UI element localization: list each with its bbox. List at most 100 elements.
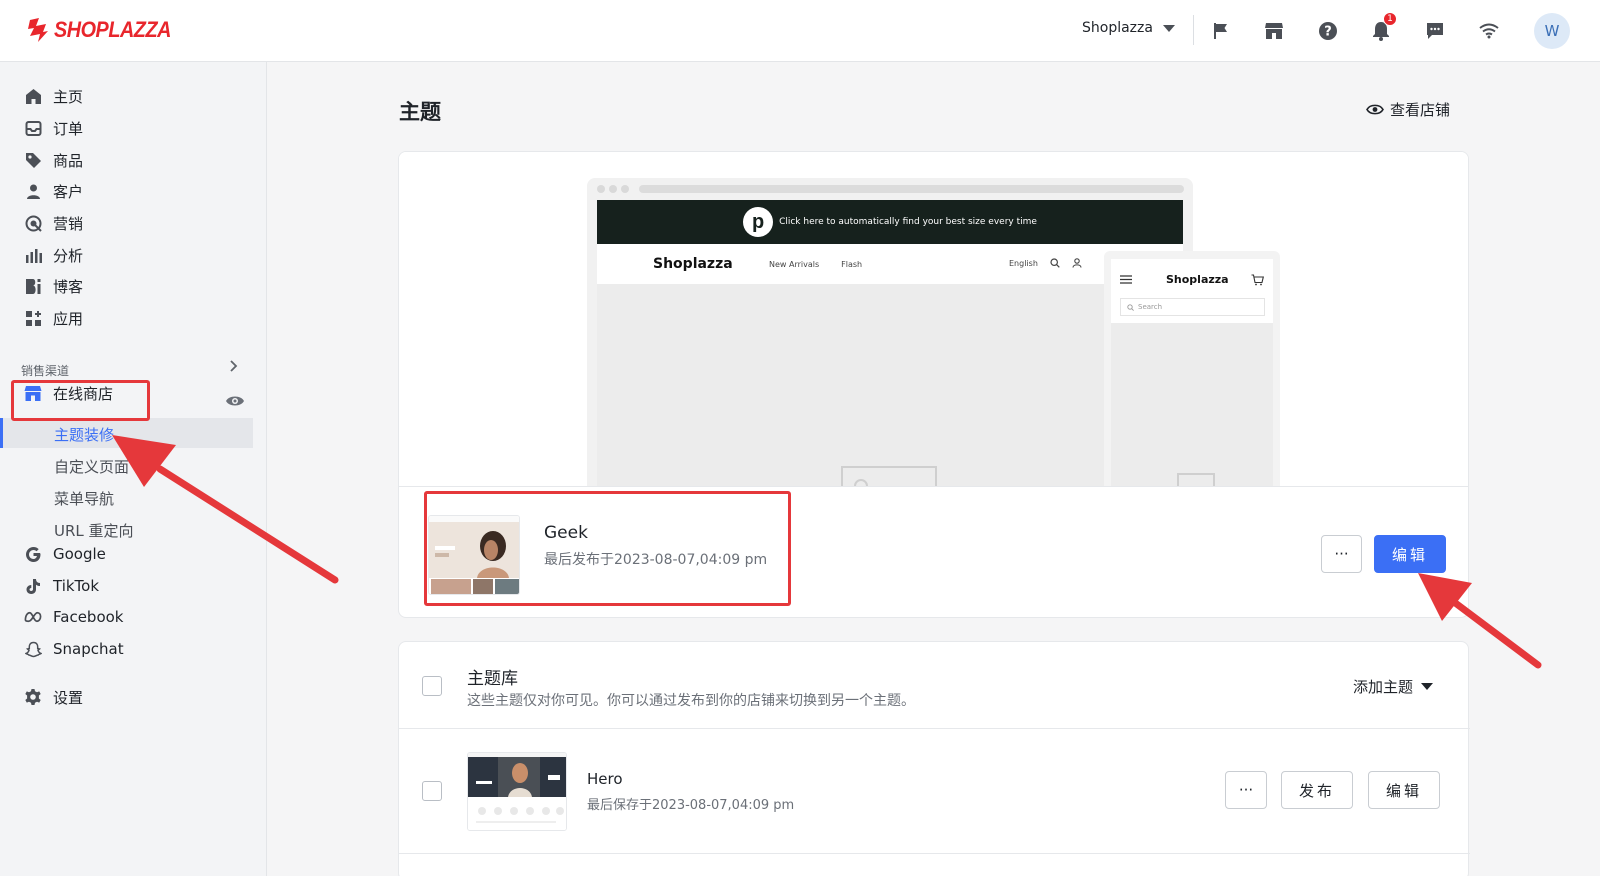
browser-urlbar (639, 185, 1184, 193)
chevron-right-icon[interactable] (226, 359, 240, 373)
search-icon (1127, 303, 1134, 311)
bar-chart-icon (24, 246, 42, 264)
divider (399, 853, 1470, 854)
caret-down-icon (1421, 683, 1434, 690)
edit-theme-button[interactable]: 编辑 (1368, 771, 1440, 809)
sidebar-subitem-themes[interactable]: 主题装修 (54, 424, 114, 445)
sidebar-item-label: 博客 (53, 277, 84, 296)
sidebar-item-label: 设置 (53, 688, 84, 707)
preview-nav: Shoplazza New Arrivals Flash English (597, 244, 1183, 284)
snapchat-icon (24, 640, 42, 658)
search-icon (1050, 258, 1060, 268)
sidebar-item-label: 订单 (53, 119, 84, 138)
sidebar-item-products[interactable]: 商品 (24, 147, 83, 173)
sidebar-item-google[interactable]: Google (24, 541, 106, 567)
theme-preview[interactable]: p Click here to automatically find your … (399, 152, 1468, 487)
meta-icon (24, 608, 42, 626)
sidebar-subitem-custom-pages[interactable]: 自定义页面 (54, 456, 129, 477)
sidebar-item-orders[interactable]: 订单 (24, 115, 83, 141)
more-actions-button[interactable]: ··· (1321, 535, 1362, 573)
avatar[interactable]: W (1534, 13, 1570, 49)
gear-icon (24, 688, 42, 706)
inbox-icon (24, 119, 42, 137)
user-icon (1072, 258, 1082, 268)
announcement-text: Click here to automatically find your be… (779, 217, 1037, 227)
person-icon (24, 182, 42, 200)
preview-nav-link: New Arrivals (769, 260, 820, 269)
eye-icon[interactable] (225, 394, 245, 408)
theme-saved-time: 最后保存于2023-08-07,04:09 pm (587, 798, 795, 813)
caret-down-icon (1162, 24, 1175, 32)
chat-icon[interactable] (1423, 19, 1447, 43)
add-theme-label: 添加主题 (1353, 678, 1414, 696)
sidebar-item-marketing[interactable]: 营销 (24, 210, 83, 236)
menu-icon (1120, 275, 1132, 284)
help-icon[interactable]: ? (1316, 19, 1340, 43)
shoplazza-logo[interactable]: SHOPLAZZA (26, 17, 184, 43)
sidebar-item-online-store[interactable]: 在线商店 (24, 380, 113, 406)
wifi-icon[interactable] (1477, 19, 1501, 43)
image-placeholder-icon (841, 466, 937, 486)
preview-announcement-bar: p Click here to automatically find your … (597, 200, 1183, 244)
preview-brand: Shoplazza (653, 256, 733, 272)
sidebar-item-tiktok[interactable]: TikTok (24, 573, 99, 599)
sidebar-item-label: Google (53, 545, 106, 563)
sidebar-subitem-url-redirect[interactable]: URL 重定向 (54, 520, 134, 541)
theme-thumbnail[interactable] (467, 752, 567, 831)
theme-name: Hero (587, 770, 623, 788)
sidebar-item-label: 分析 (53, 246, 84, 265)
sidebar: 主页 订单 商品 客户 营销 分析 博客 应用 销售渠道 在线商店 主题装修 自… (0, 62, 267, 876)
sidebar-item-label: 主页 (53, 87, 84, 106)
mobile-search-field: Search (1120, 298, 1265, 316)
preview-nav-link: Flash (841, 260, 863, 269)
desktop-preview-frame: p Click here to automatically find your … (587, 178, 1193, 486)
divider (399, 728, 1470, 729)
sidebar-subitem-menu-nav[interactable]: 菜单导航 (54, 488, 114, 509)
sidebar-item-label: 营销 (53, 214, 84, 233)
sidebar-item-label: TikTok (53, 577, 100, 595)
add-theme-dropdown[interactable]: 添加主题 (1353, 676, 1434, 697)
flag-icon[interactable] (1209, 19, 1233, 43)
store-icon[interactable] (1262, 19, 1286, 43)
bell-icon[interactable]: 1 (1369, 12, 1397, 43)
eye-icon (1366, 104, 1384, 115)
theme-row-checkbox[interactable] (422, 781, 442, 801)
sidebar-item-customers[interactable]: 客户 (24, 178, 83, 204)
more-actions-button[interactable]: ··· (1225, 771, 1267, 809)
theme-library-description: 这些主题仅对你可见。你可以通过发布到你的店铺来切换到另一个主题。 (467, 693, 915, 709)
active-indicator (0, 418, 3, 448)
mobile-preview-brand: Shoplazza (1166, 273, 1229, 286)
sidebar-item-label: 商品 (53, 151, 84, 170)
home-icon (24, 87, 42, 105)
image-placeholder-icon (1177, 473, 1215, 486)
svg-text:?: ? (1324, 25, 1332, 40)
blog-icon (24, 277, 42, 295)
divider (1193, 15, 1194, 45)
current-theme-row: Geek 最后发布于2023-08-07,04:09 pm ··· 编辑 (399, 488, 1468, 617)
sidebar-item-home[interactable]: 主页 (24, 83, 83, 109)
sidebar-item-analytics[interactable]: 分析 (24, 242, 83, 268)
select-all-checkbox[interactable] (422, 676, 442, 696)
cart-icon (1251, 274, 1264, 286)
store-icon (24, 384, 42, 402)
sales-channels-label: 销售渠道 (21, 364, 70, 378)
publish-theme-button[interactable]: 发布 (1281, 771, 1353, 809)
current-theme-card: p Click here to automatically find your … (398, 151, 1469, 618)
theme-published-time: 最后发布于2023-08-07,04:09 pm (544, 552, 768, 568)
preview-site: p Click here to automatically find your … (597, 200, 1183, 486)
sidebar-item-apps[interactable]: 应用 (24, 305, 83, 331)
sidebar-item-label: 客户 (53, 182, 84, 201)
view-store-link[interactable]: 查看店铺 (1366, 99, 1450, 120)
sidebar-item-settings[interactable]: 设置 (24, 684, 83, 710)
sidebar-item-blog[interactable]: 博客 (24, 273, 83, 299)
page-title: 主题 (399, 100, 441, 124)
sidebar-item-facebook[interactable]: Facebook (24, 604, 123, 630)
edit-theme-button[interactable]: 编辑 (1374, 535, 1446, 573)
notification-badge: 1 (1383, 12, 1397, 26)
sidebar-item-snapchat[interactable]: Snapchat (24, 636, 124, 662)
target-icon (24, 214, 42, 232)
store-switcher[interactable]: Shoplazza (1082, 20, 1175, 36)
mobile-preview-frame: Shoplazza Search (1104, 251, 1280, 486)
theme-thumbnail[interactable] (428, 515, 520, 595)
sidebar-item-label: 应用 (53, 309, 84, 328)
